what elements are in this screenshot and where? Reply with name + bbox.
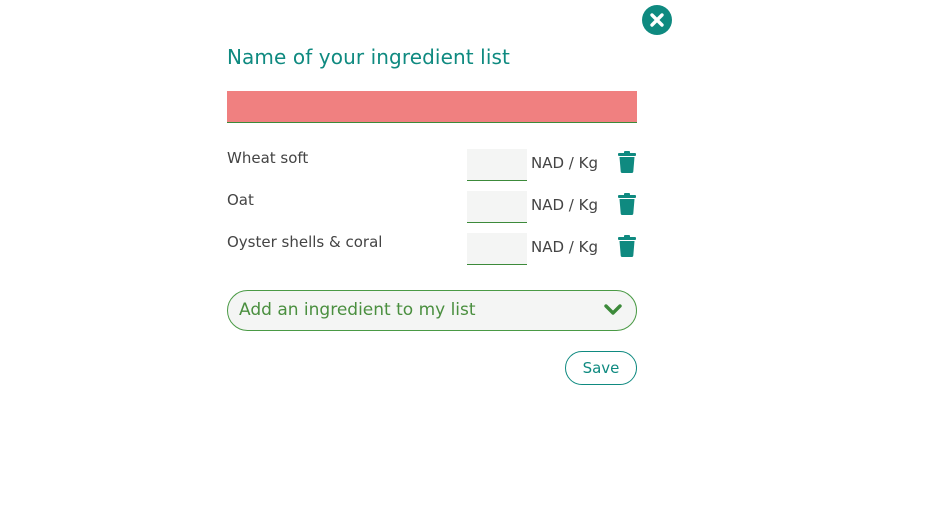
- ingredient-name: Oat: [227, 191, 254, 209]
- chevron-down-icon: [604, 303, 622, 317]
- ingredient-row: Oat NAD / Kg: [227, 191, 639, 225]
- ingredient-row: Oyster shells & coral NAD / Kg: [227, 233, 639, 267]
- trash-icon[interactable]: [617, 193, 637, 215]
- ingredient-list-dialog: Name of your ingredient list Wheat soft …: [0, 0, 946, 529]
- price-input[interactable]: [467, 191, 527, 223]
- ingredient-name: Wheat soft: [227, 149, 309, 167]
- unit-label: NAD / Kg: [531, 196, 598, 214]
- trash-icon[interactable]: [617, 235, 637, 257]
- list-name-input[interactable]: [227, 91, 637, 123]
- unit-label: NAD / Kg: [531, 238, 598, 256]
- price-input[interactable]: [467, 233, 527, 265]
- add-ingredient-label: Add an ingredient to my list: [239, 300, 476, 320]
- save-button[interactable]: Save: [565, 351, 637, 385]
- add-ingredient-select[interactable]: Add an ingredient to my list: [227, 290, 637, 331]
- ingredient-row: Wheat soft NAD / Kg: [227, 149, 639, 183]
- close-icon[interactable]: [642, 5, 672, 35]
- dialog-title: Name of your ingredient list: [227, 45, 510, 69]
- price-input[interactable]: [467, 149, 527, 181]
- unit-label: NAD / Kg: [531, 154, 598, 172]
- ingredient-name: Oyster shells & coral: [227, 233, 383, 251]
- trash-icon[interactable]: [617, 151, 637, 173]
